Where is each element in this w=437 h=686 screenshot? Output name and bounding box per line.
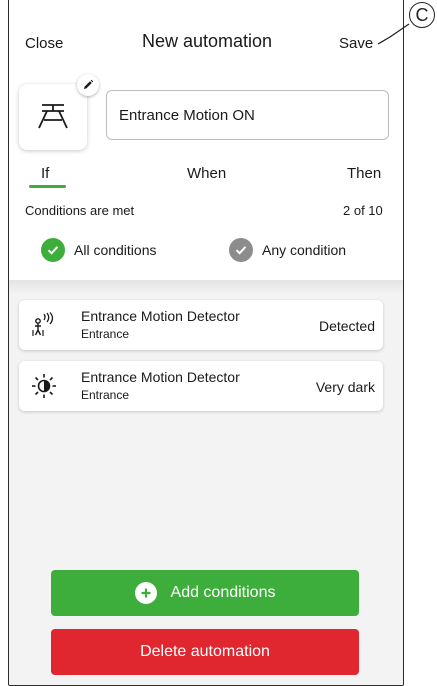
any-condition-label: Any condition	[262, 242, 347, 258]
conditions-list	[9, 294, 403, 685]
all-conditions-label: All conditions	[74, 242, 157, 258]
automation-icon-button[interactable]	[19, 84, 87, 150]
active-tab-indicator	[29, 185, 66, 188]
delete-automation-label: Delete automation	[140, 643, 270, 660]
section-divider	[9, 280, 403, 294]
check-circle-icon	[41, 238, 65, 262]
tab-if[interactable]: If	[41, 165, 49, 182]
all-conditions-option[interactable]: All conditions	[41, 238, 157, 262]
condition-room: Entrance	[81, 327, 130, 341]
add-conditions-button[interactable]: Add conditions	[51, 570, 359, 616]
tab-then[interactable]: Then	[347, 165, 381, 182]
motion-detector-icon	[29, 310, 59, 340]
check-circle-icon	[229, 238, 253, 262]
conditions-label: Conditions are met	[25, 203, 135, 218]
add-conditions-label: Add conditions	[170, 584, 276, 601]
condition-value: Detected	[318, 318, 375, 334]
save-button[interactable]: Save	[339, 35, 373, 52]
edit-icon-button[interactable]	[77, 74, 99, 96]
delete-automation-button[interactable]: Delete automation	[51, 629, 359, 675]
condition-card[interactable]: Entrance Motion Detector Entrance Detect…	[19, 300, 383, 350]
phone-screen: Close New automation Save Entrance Motio…	[8, 0, 404, 686]
brightness-icon	[29, 371, 59, 401]
any-condition-option[interactable]: Any condition	[229, 238, 346, 262]
conditions-count: 2 of 10	[343, 203, 383, 218]
plus-icon	[134, 582, 157, 604]
pencil-icon	[84, 79, 94, 89]
condition-title: Entrance Motion Detector	[81, 369, 240, 385]
condition-room: Entrance	[81, 388, 130, 402]
condition-value: Very dark	[315, 379, 375, 395]
condition-title: Entrance Motion Detector	[81, 308, 240, 324]
automation-name-field[interactable]: Entrance Motion ON	[106, 90, 389, 140]
motion-sensor-icon	[38, 104, 68, 129]
tab-when[interactable]: When	[187, 165, 226, 182]
callout-marker: C	[409, 2, 435, 28]
condition-card[interactable]: Entrance Motion Detector Entrance Very d…	[19, 361, 383, 411]
header-bar: Close New automation Save	[9, 0, 403, 70]
